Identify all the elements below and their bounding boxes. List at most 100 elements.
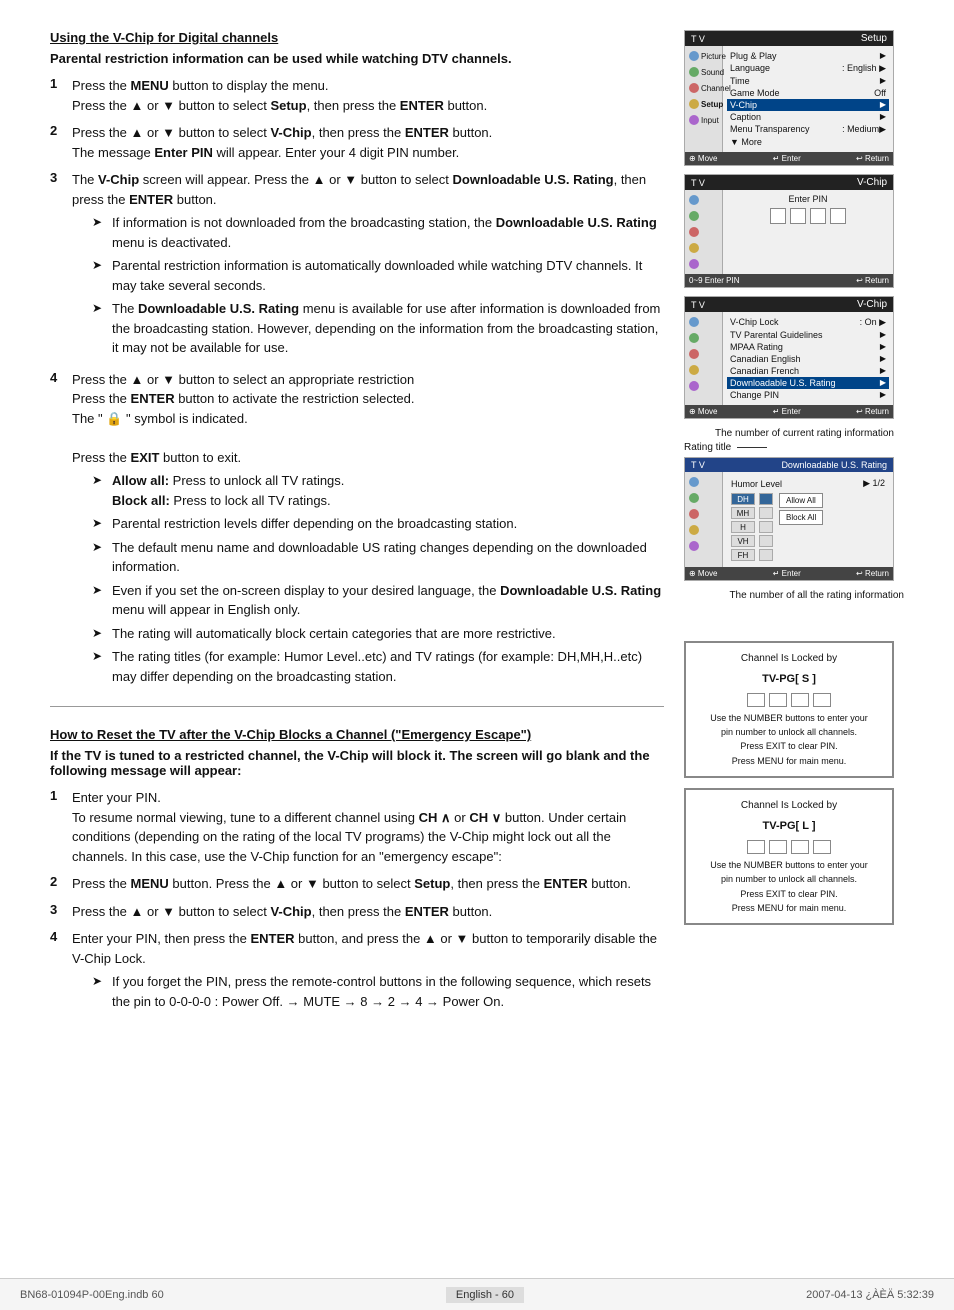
vchip-pin-body: Enter PIN	[685, 190, 893, 274]
arrow-icon: ➤	[92, 647, 106, 665]
vm-canadian-english: Canadian English▶	[727, 353, 889, 365]
sidebar-picture-3	[687, 316, 720, 328]
section1-intro: Parental restriction information can be …	[50, 51, 664, 66]
step-2-content: Press the ▲ or ▼ button to select V-Chip…	[72, 123, 492, 162]
sound-icon-2	[689, 211, 699, 221]
s2-step-4-content: Enter your PIN, then press the ENTER but…	[72, 929, 664, 1015]
vm-dl-rating: Downloadable U.S. Rating▶	[727, 377, 889, 389]
menu-gamemode: Game ModeOff	[727, 87, 889, 99]
sidebar-channel: Channel	[687, 82, 720, 94]
vchip-menu-header: T V V-Chip	[685, 297, 893, 312]
vchip-pin-sidebar	[685, 190, 723, 274]
step-4-subs: ➤ Allow all: Press to unlock all TV rati…	[92, 471, 664, 686]
vchip-pin-title: V-Chip	[857, 177, 887, 188]
pin-input-2-2	[769, 840, 787, 854]
left-column: Using the V-Chip for Digital channels Pa…	[50, 30, 664, 1023]
rating-fh: FH	[731, 549, 755, 561]
s2-step-4-num: 4	[50, 929, 66, 944]
humor-level-label: Humor Level	[731, 479, 782, 489]
status-empty-4	[759, 549, 773, 561]
pin-box-2	[790, 208, 806, 224]
setup-icon	[689, 99, 699, 109]
pin-input-1-3	[791, 693, 809, 707]
footer-right: 2007-04-13 ¿ÀÈÄ 5:32:39	[806, 1289, 934, 1301]
section2-intro: If the TV is tuned to a restricted chann…	[50, 748, 664, 778]
vm-mpaa: MPAA Rating▶	[727, 341, 889, 353]
rating-h: H	[731, 521, 755, 533]
sidebar-channel-2	[687, 226, 720, 238]
sidebar-setup: Setup	[687, 98, 720, 110]
footer-left: BN68-01094P-00Eng.indb 60	[20, 1289, 164, 1301]
setup-panel: T V Setup Picture Sound	[684, 30, 894, 166]
vm-canadian-french: Canadian French▶	[727, 365, 889, 377]
setup-sidebar: Picture Sound Channel Setup	[685, 46, 723, 152]
tv-logo-2: T V	[691, 178, 705, 188]
sub-3-2: ➤ Parental restriction information is au…	[92, 256, 664, 295]
rating-vh: VH	[731, 535, 755, 547]
enter-pin-label: Enter PIN	[727, 194, 889, 204]
sub-4-1: ➤ Allow all: Press to unlock all TV rati…	[92, 471, 664, 510]
step-2: 2 Press the ▲ or ▼ button to select V-Ch…	[50, 123, 664, 162]
menu-more: ▼ More	[727, 136, 889, 148]
pin-row-1	[696, 693, 882, 707]
input-icon-4	[689, 541, 699, 551]
s2-step-3-num: 3	[50, 902, 66, 917]
vm-change-pin: Change PIN▶	[727, 389, 889, 401]
step-3-subs: ➤ If information is not downloaded from …	[92, 213, 664, 358]
sub-3-3: ➤ The Downloadable U.S. Rating menu is a…	[92, 299, 664, 358]
s2-step-2: 2 Press the MENU button. Press the ▲ or …	[50, 874, 664, 894]
block-all-button[interactable]: Block All	[779, 510, 823, 525]
sidebar-channel-3	[687, 348, 720, 360]
page-number: English - 60	[446, 1287, 524, 1303]
setup-panel-body: Picture Sound Channel Setup	[685, 46, 893, 152]
vm-chip-lock: V-Chip Lock: On ▶	[727, 316, 889, 329]
allow-all-button[interactable]: Allow All	[779, 493, 823, 508]
rating-and-buttons: DH MH H VH FH	[727, 491, 889, 563]
sidebar-sound-2	[687, 210, 720, 222]
tv-logo: T V	[691, 34, 705, 44]
menu-language: Language: English ▶	[727, 62, 889, 75]
dl-rating-footer: ⊕ Move ↵ Enter ↩ Return	[685, 567, 893, 580]
rating-dh: DH	[731, 493, 755, 505]
step-3-content: The V-Chip screen will appear. Press the…	[72, 170, 664, 362]
vchip-pin-footer: 0~9 Enter PIN ↩ Return	[685, 274, 893, 287]
arrow-icon: ➤	[92, 581, 106, 599]
annotation-area: The number of current rating information…	[684, 427, 894, 453]
channel-icon	[689, 83, 699, 93]
dl-rating-main: Humor Level ▶ 1/2 DH MH H VH FH	[723, 472, 893, 567]
pin-input-1-4	[813, 693, 831, 707]
menu-transparency: Menu Transparency: Medium▶	[727, 123, 889, 136]
pin-box-3	[810, 208, 826, 224]
rating-column: DH MH H VH FH	[731, 493, 755, 561]
arrow-icon: ➤	[92, 213, 106, 231]
step-3: 3 The V-Chip screen will appear. Press t…	[50, 170, 664, 362]
connector-line	[737, 447, 767, 448]
sound-icon-4	[689, 493, 699, 503]
page: Using the V-Chip for Digital channels Pa…	[0, 0, 954, 1310]
sidebar-channel-4	[687, 508, 720, 520]
arrow-icon: ➤	[92, 538, 106, 556]
status-empty-1	[759, 507, 773, 519]
vm-tv-parental: TV Parental Guidelines▶	[727, 329, 889, 341]
step-2-num: 2	[50, 123, 66, 138]
locked-title-2: Channel Is Locked by	[696, 798, 882, 814]
pin-input-1-2	[769, 693, 787, 707]
dl-rating-body: Humor Level ▶ 1/2 DH MH H VH FH	[685, 472, 893, 567]
rating-mh: MH	[731, 507, 755, 519]
s2-step-2-num: 2	[50, 874, 66, 889]
humor-level-value: ▶ 1/2	[863, 478, 885, 489]
input-icon-3	[689, 381, 699, 391]
sidebar-sound-4	[687, 492, 720, 504]
pin-input-2-4	[813, 840, 831, 854]
s2-step-1-content: Enter your PIN. To resume normal viewing…	[72, 788, 664, 866]
vchip-menu-title: V-Chip	[857, 299, 887, 310]
pin-input-1-1	[747, 693, 765, 707]
tv-logo-3: T V	[691, 300, 705, 310]
annotation-number-all: The number of all the rating information	[684, 589, 904, 603]
s2-step-4-subs: ➤ If you forget the PIN, press the remot…	[92, 972, 664, 1011]
right-column: T V Setup Picture Sound	[684, 30, 904, 1023]
picture-icon-2	[689, 195, 699, 205]
tv-logo-4: T V	[691, 460, 705, 470]
step-1-content: Press the MENU button to display the men…	[72, 76, 487, 115]
arrow-icon: ➤	[92, 471, 106, 489]
